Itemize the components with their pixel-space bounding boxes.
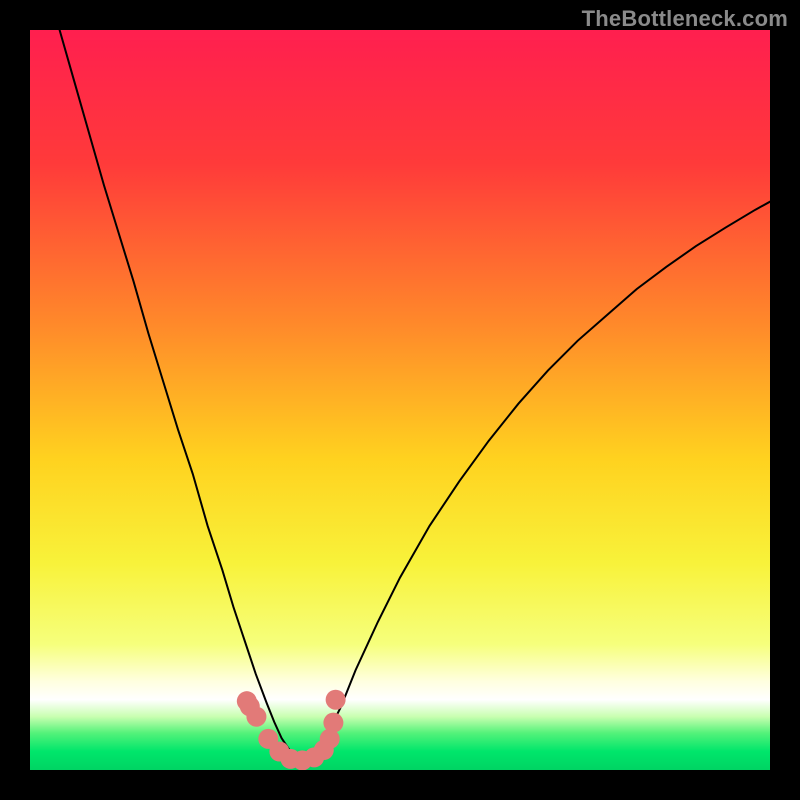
- highlight-dot: [323, 713, 343, 733]
- highlight-dots: [237, 690, 346, 770]
- highlight-dot: [246, 707, 266, 727]
- chart-frame: TheBottleneck.com: [0, 0, 800, 800]
- highlight-dot: [326, 690, 346, 710]
- right-curve: [304, 202, 770, 761]
- plot-area: [30, 30, 770, 770]
- watermark-text: TheBottleneck.com: [582, 6, 788, 32]
- left-curve: [60, 30, 304, 761]
- curves-layer: [30, 30, 770, 770]
